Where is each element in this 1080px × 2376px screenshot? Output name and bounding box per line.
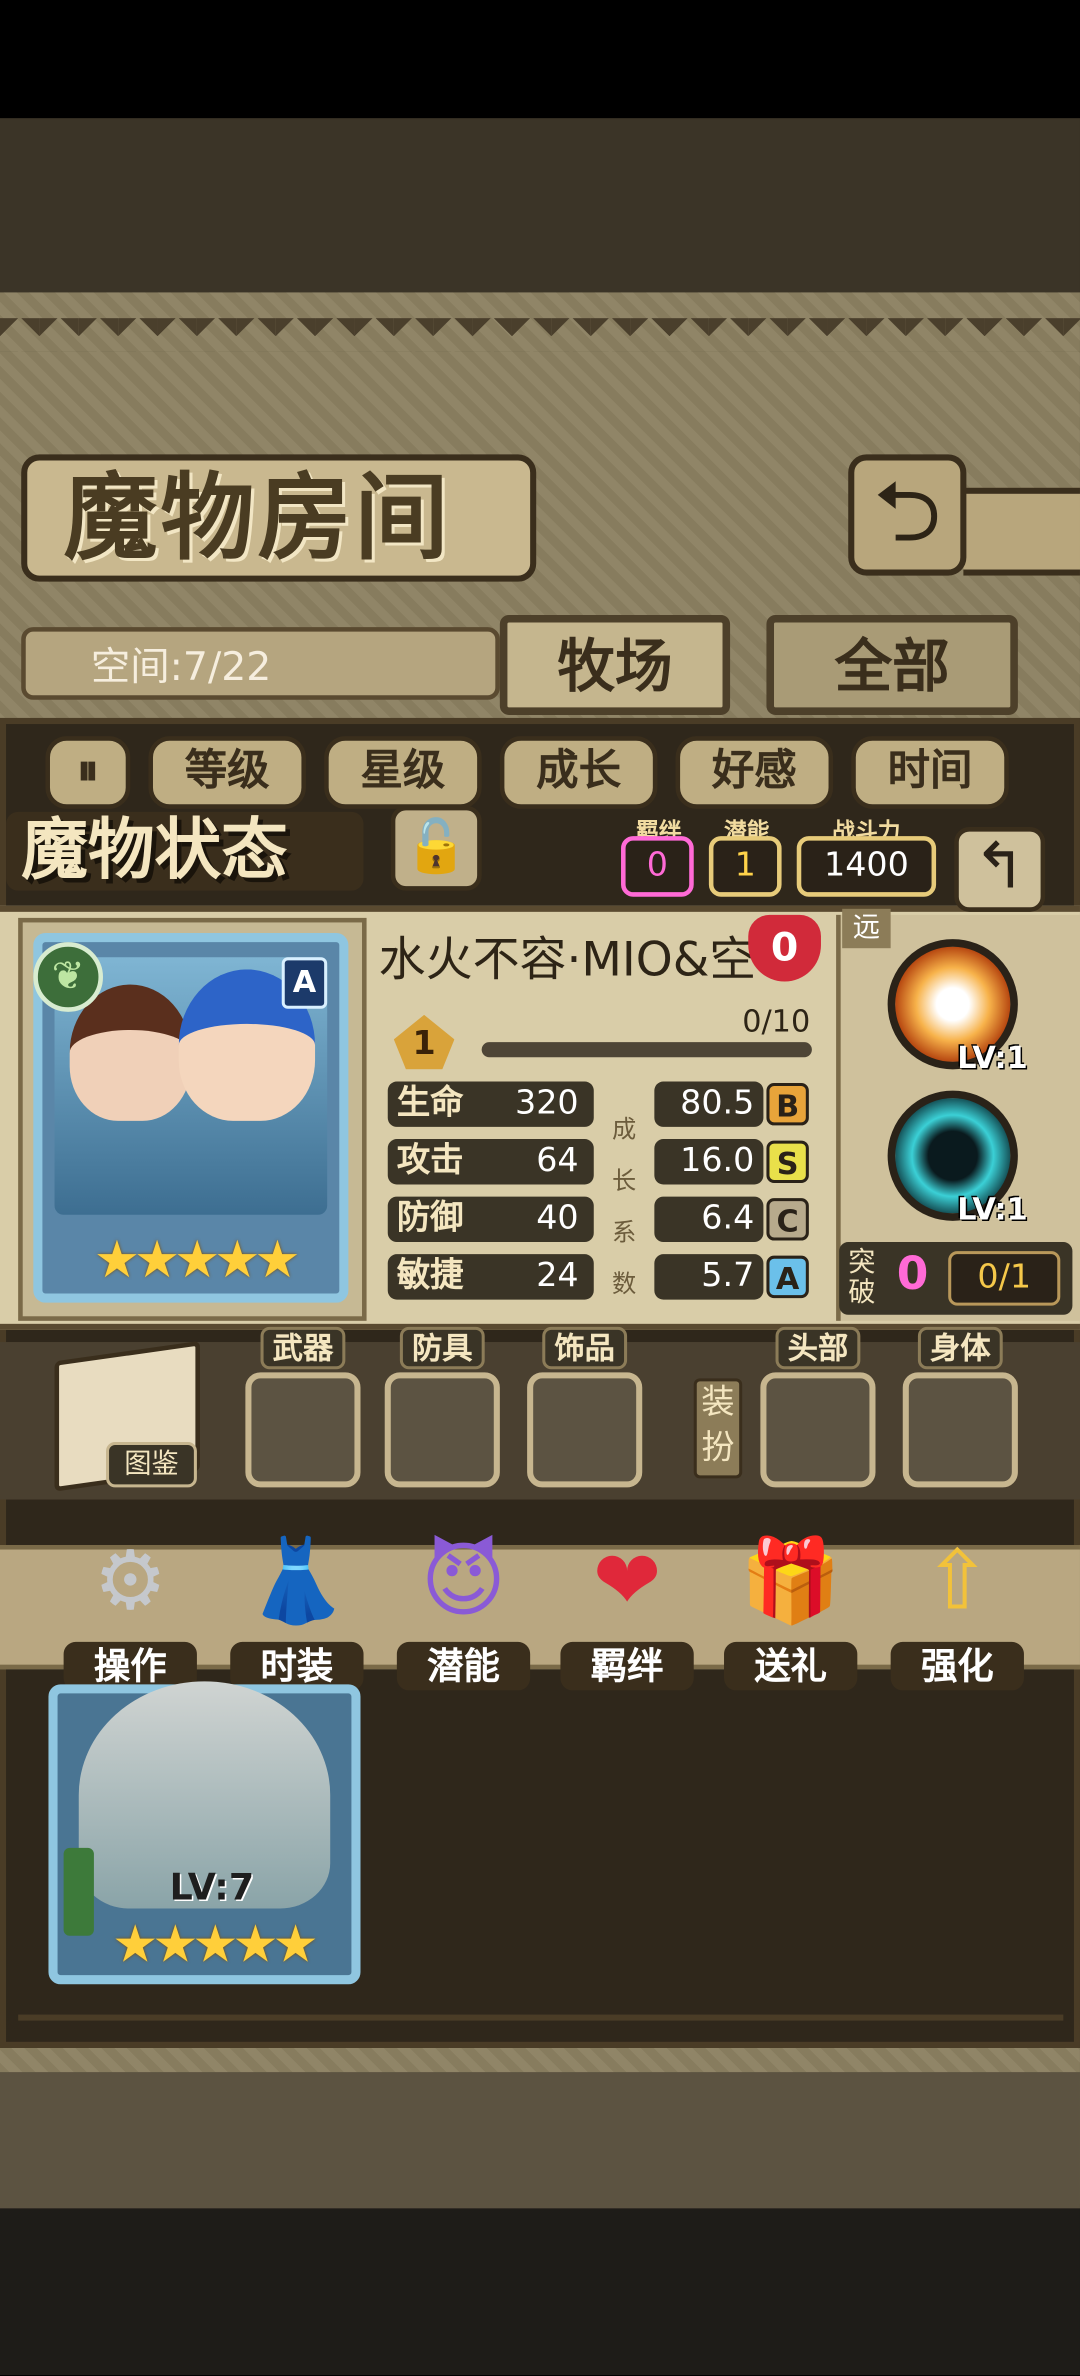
back-button[interactable]: ⮌ <box>848 454 967 576</box>
stat-value: 64 <box>536 1142 579 1180</box>
filter-level[interactable]: 等级 <box>148 736 306 809</box>
back-arrow-icon: ⮌ <box>873 463 942 562</box>
zigzag-border <box>0 318 1080 352</box>
breakthrough-value: 0 <box>896 1248 929 1302</box>
stat-label: 攻击 <box>396 1142 464 1180</box>
weapon-slot-label: 武器 <box>260 1326 346 1370</box>
stat-label: 生命 <box>396 1084 464 1123</box>
action-label: 送礼 <box>724 1641 858 1691</box>
grade-badge: A <box>766 1255 809 1299</box>
weapon-slot[interactable] <box>245 1372 361 1488</box>
action-label: 强化 <box>890 1641 1024 1691</box>
body-slot-label: 身体 <box>917 1326 1003 1370</box>
card-level: LV:7 <box>169 1866 255 1909</box>
sort-toggle-icon: ⏸ <box>77 745 99 796</box>
page-title: 魔物房间 <box>21 454 537 582</box>
action-upgrade[interactable]: ⇧ 强化 <box>885 1521 1030 1691</box>
growth-caption-3: 系 <box>611 1217 637 1247</box>
growth-agi: 5.7 <box>654 1254 764 1300</box>
top-background <box>0 118 1080 293</box>
potential-value: 1 <box>708 836 782 897</box>
stat-value: 40 <box>536 1199 579 1238</box>
body-slot[interactable] <box>902 1372 1018 1488</box>
skill-level: LV:1 <box>957 1039 1028 1076</box>
upgrade-arrows-icon: ⇧ <box>923 1532 992 1629</box>
accessory-slot-label: 饰品 <box>542 1326 628 1370</box>
letterbox-bottom <box>0 2208 1080 2376</box>
tab-all[interactable]: 全部 <box>766 614 1018 715</box>
armor-slot-label: 防具 <box>399 1326 485 1370</box>
growth-caption-2: 长 <box>611 1166 637 1196</box>
growth-hp: 80.5 <box>654 1081 764 1127</box>
status-title: 魔物状态 <box>6 811 364 891</box>
demon-icon: 😈 <box>420 1532 507 1629</box>
encyclopedia-label[interactable]: 图鉴 <box>106 1441 197 1488</box>
stat-def: 防御 40 <box>387 1196 594 1243</box>
accessory-slot[interactable] <box>527 1372 643 1488</box>
grade-badge: B <box>766 1083 809 1126</box>
stat-agi: 敏捷 24 <box>387 1254 594 1300</box>
tab-ranch[interactable]: 牧场 <box>499 614 731 715</box>
bottom-background <box>0 2072 1080 2209</box>
grade-badge: S <box>766 1140 809 1183</box>
bond-value: 0 <box>621 836 694 897</box>
stat-value: 320 <box>514 1084 579 1123</box>
action-operate[interactable]: ⚙ 操作 <box>58 1521 203 1691</box>
growth-caption-4: 数 <box>611 1269 637 1299</box>
growth-atk: 16.0 <box>654 1139 764 1185</box>
space-counter: 空间:7/22 <box>90 645 272 691</box>
action-label: 时装 <box>230 1641 364 1691</box>
stat-label: 敏捷 <box>396 1257 464 1296</box>
action-outfit[interactable]: 👗 时装 <box>224 1521 369 1691</box>
filter-stars[interactable]: 星级 <box>324 736 482 809</box>
range-tag: 远 <box>842 908 891 949</box>
stat-value: 24 <box>536 1257 579 1296</box>
gear-icon: ⚙ <box>93 1532 167 1629</box>
stat-hp: 生命 320 <box>387 1081 594 1127</box>
grade-badge: C <box>766 1198 809 1241</box>
action-potential[interactable]: 😈 潜能 <box>391 1521 536 1691</box>
head-slot-label: 头部 <box>775 1326 861 1370</box>
breakthrough-label: 突破 <box>848 1246 876 1309</box>
filter-affection[interactable]: 好感 <box>675 736 834 809</box>
back-button-extension <box>963 487 1080 576</box>
filter-growth[interactable]: 成长 <box>499 736 658 809</box>
stat-label: 防御 <box>396 1199 464 1238</box>
card-stars: ★★★★★ <box>112 1914 319 1976</box>
monster-name: 水火不容·MIO&空 <box>378 933 757 988</box>
growth-caption-1: 成 <box>611 1114 637 1144</box>
lock-button[interactable]: 🔓 <box>390 805 482 891</box>
lock-icon: 🔓 <box>404 816 469 878</box>
rank-badge: A <box>281 957 328 1009</box>
dress-label: 装扮 <box>693 1378 743 1479</box>
stat-atk: 攻击 64 <box>387 1139 594 1185</box>
action-label: 潜能 <box>396 1641 531 1691</box>
exp-bar <box>481 1042 812 1058</box>
back-arrow-icon: ↰ <box>973 828 1027 903</box>
filter-time[interactable]: 时间 <box>851 736 1009 809</box>
armor-slot[interactable] <box>384 1372 500 1488</box>
power-value: 1400 <box>796 836 937 897</box>
sword-icon <box>63 1847 94 1936</box>
head-slot[interactable] <box>760 1372 876 1488</box>
leaf-icon: ❦ <box>33 942 103 1012</box>
sort-toggle-button[interactable]: ⏸ <box>45 736 131 809</box>
action-gift[interactable]: 🎁 送礼 <box>718 1521 863 1691</box>
panel-bottom-border <box>18 2014 1064 2045</box>
skill-level: LV:1 <box>957 1190 1028 1227</box>
status-back-button[interactable]: ↰ <box>954 827 1046 912</box>
breakthrough-progress[interactable]: 0/1 <box>948 1251 1061 1306</box>
action-label: 羁绊 <box>560 1641 694 1691</box>
exp-text: 0/10 <box>742 1002 811 1040</box>
growth-def: 6.4 <box>654 1196 764 1243</box>
hearts-icon: ❤ <box>592 1532 662 1629</box>
star-rating: ★★★★★ <box>93 1229 301 1291</box>
gift-icon: 🎁 <box>739 1532 842 1629</box>
outfit-icon: 👗 <box>245 1532 348 1629</box>
action-bond[interactable]: ❤ 羁绊 <box>554 1521 699 1691</box>
